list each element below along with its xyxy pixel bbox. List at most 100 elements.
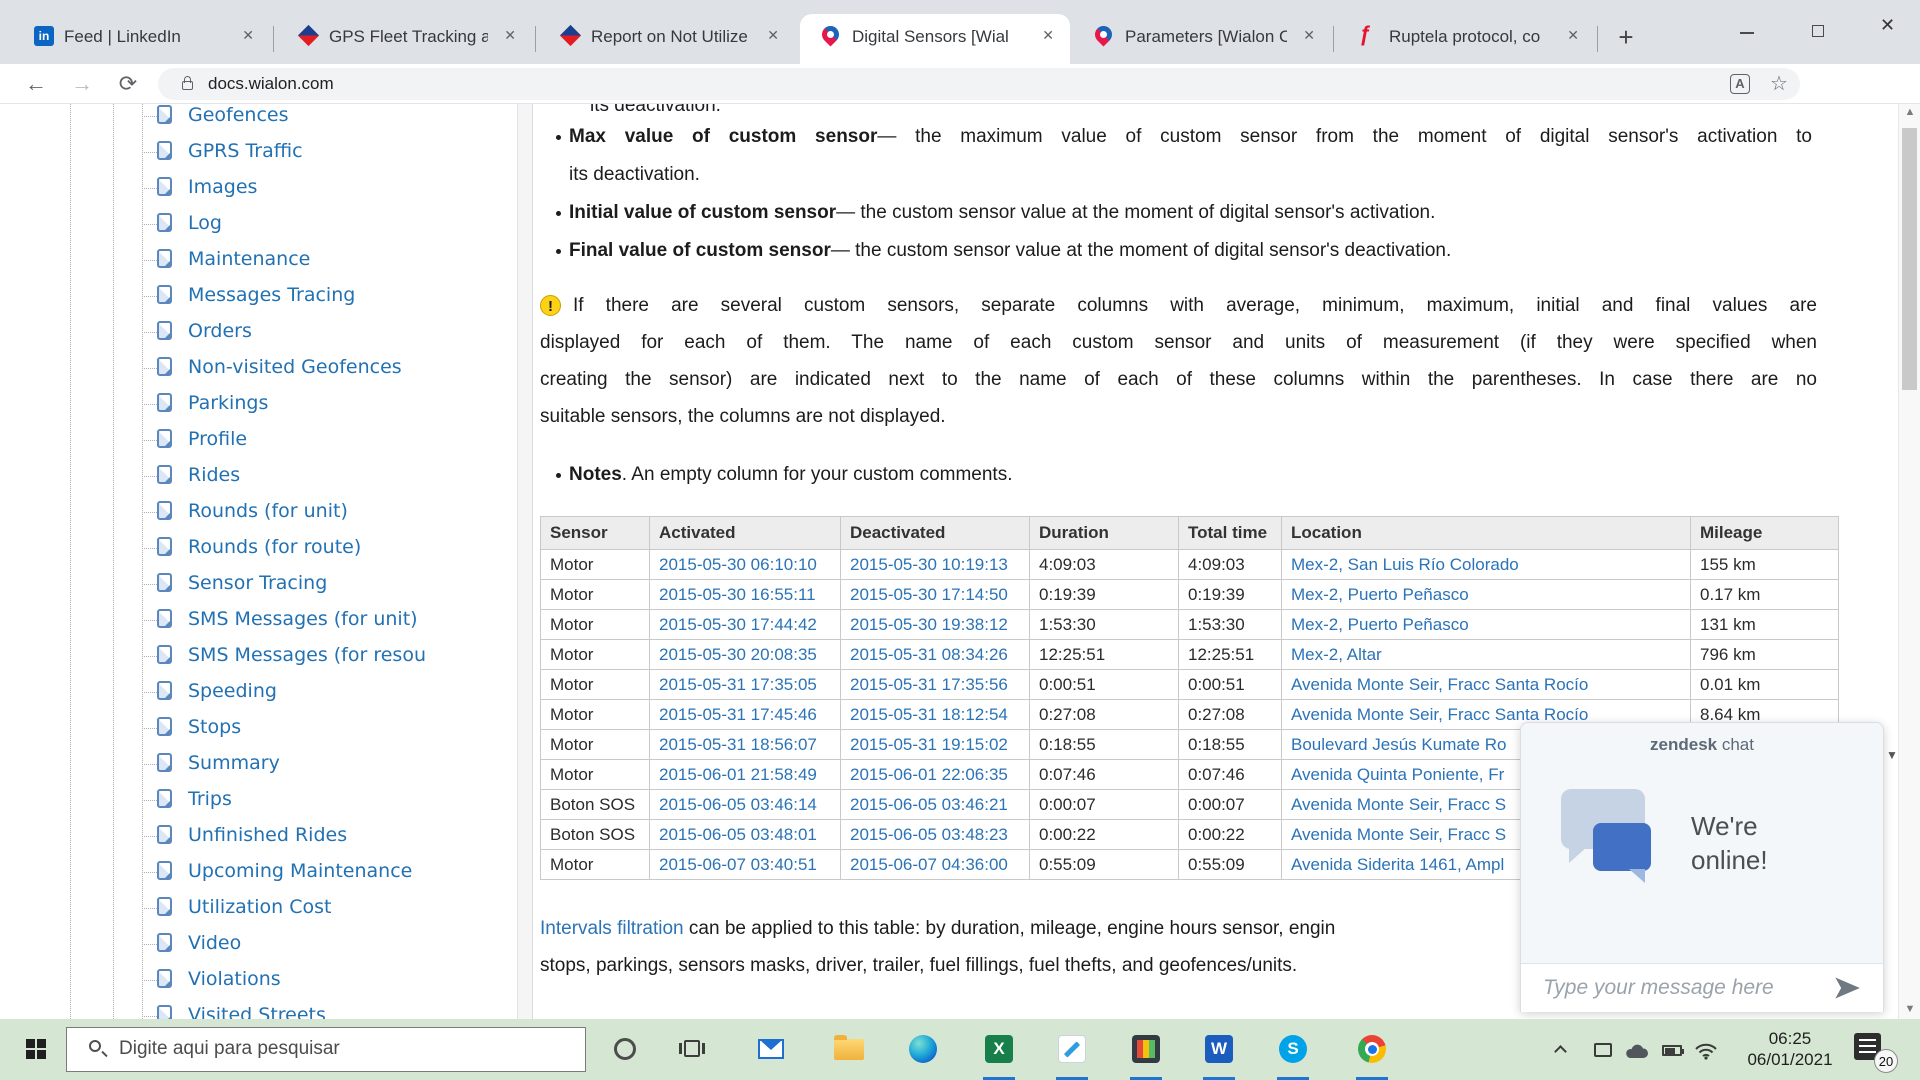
cell-deactivated-link[interactable]: 2015-05-31 17:35:56 — [841, 670, 1030, 700]
sidebar-item-stops[interactable]: Stops — [188, 716, 241, 738]
reload-button-icon[interactable]: ⟳ — [111, 67, 145, 101]
battery-icon[interactable] — [1662, 1045, 1682, 1056]
cell-location-link[interactable]: Mex-2, San Luis Río Colorado — [1282, 550, 1691, 580]
sidebar-item-summary[interactable]: Summary — [188, 752, 280, 774]
sidebar-item-maintenance[interactable]: Maintenance — [188, 248, 310, 270]
cell-activated-link[interactable]: 2015-06-05 03:46:14 — [650, 790, 841, 820]
tab-close-icon[interactable]: ✕ — [242, 27, 254, 44]
cell-location-link[interactable]: Mex-2, Puerto Peñasco — [1282, 580, 1691, 610]
sidebar-item-speeding[interactable]: Speeding — [188, 680, 277, 702]
chat-message-input[interactable]: Type your message here — [1521, 963, 1883, 1012]
tab-ruptela-protocol[interactable]: ƒ Ruptela protocol, co ✕ — [1337, 14, 1595, 64]
skype-app-icon[interactable]: S — [1279, 1035, 1307, 1063]
word-app-icon[interactable]: W — [1205, 1035, 1233, 1063]
cell-deactivated-link[interactable]: 2015-05-30 10:19:13 — [841, 550, 1030, 580]
edge-browser-icon[interactable] — [909, 1035, 937, 1063]
cell-activated-link[interactable]: 2015-05-30 17:44:42 — [650, 610, 841, 640]
tab-gps-fleet-tracking[interactable]: GPS Fleet Tracking ar ✕ — [277, 14, 532, 64]
cell-activated-link[interactable]: 2015-05-30 16:55:11 — [650, 580, 841, 610]
translate-icon[interactable]: A — [1730, 74, 1750, 94]
new-tab-button[interactable]: + — [1608, 20, 1644, 56]
tab-close-icon[interactable]: ✕ — [1042, 27, 1054, 44]
sidebar-item-trips[interactable]: Trips — [188, 788, 232, 810]
tray-expand-icon[interactable] — [1554, 1045, 1567, 1058]
chrome-app-icon[interactable] — [1358, 1035, 1386, 1063]
cell-deactivated-link[interactable]: 2015-06-05 03:48:23 — [841, 820, 1030, 850]
sidebar-item-gprs-traffic[interactable]: GPRS Traffic — [188, 140, 303, 162]
cell-deactivated-link[interactable]: 2015-05-31 18:12:54 — [841, 700, 1030, 730]
cell-deactivated-link[interactable]: 2015-06-05 03:46:21 — [841, 790, 1030, 820]
window-minimize-button[interactable] — [1740, 32, 1754, 34]
excel-app-icon[interactable]: X — [985, 1035, 1013, 1063]
sidebar-item-sensor-tracing[interactable]: Sensor Tracing — [188, 572, 327, 594]
sidebar-item-sms-messages-resource[interactable]: SMS Messages (for resou — [188, 644, 426, 666]
send-icon[interactable] — [1833, 974, 1861, 1002]
cell-location-link[interactable]: Mex-2, Puerto Peñasco — [1282, 610, 1691, 640]
cell-deactivated-link[interactable]: 2015-05-31 19:15:02 — [841, 730, 1030, 760]
bookmark-star-icon[interactable]: ☆ — [1770, 71, 1788, 96]
cell-activated-link[interactable]: 2015-05-31 17:35:05 — [650, 670, 841, 700]
scrollbar-thumb[interactable] — [1902, 128, 1917, 390]
padlock-icon[interactable] — [182, 81, 193, 90]
sidebar-item-sms-messages-unit[interactable]: SMS Messages (for unit) — [188, 608, 418, 630]
window-maximize-button[interactable] — [1812, 25, 1824, 37]
cell-activated-link[interactable]: 2015-05-30 20:08:35 — [650, 640, 841, 670]
taskbar-search-input[interactable]: Digite aqui para pesquisar — [66, 1027, 586, 1072]
sidebar-scrollbar[interactable] — [517, 104, 533, 1019]
cell-activated-link[interactable]: 2015-05-31 18:56:07 — [650, 730, 841, 760]
cell-activated-link[interactable]: 2015-05-30 06:10:10 — [650, 550, 841, 580]
tab-close-icon[interactable]: ✕ — [767, 27, 779, 44]
cell-deactivated-link[interactable]: 2015-06-07 04:36:00 — [841, 850, 1030, 880]
start-button-icon[interactable] — [26, 1039, 46, 1059]
tab-close-icon[interactable]: ✕ — [504, 27, 516, 44]
sidebar-item-non-visited-geofences[interactable]: Non-visited Geofences — [188, 356, 402, 378]
tab-report-not-utilized[interactable]: Report on Not Utilize ✕ — [539, 14, 795, 64]
task-view-icon[interactable] — [684, 1040, 700, 1057]
pencil-app-icon[interactable] — [1058, 1035, 1086, 1063]
sidebar-item-violations[interactable]: Violations — [188, 968, 281, 990]
sidebar-item-rounds-for-unit[interactable]: Rounds (for unit) — [188, 500, 348, 522]
cell-deactivated-link[interactable]: 2015-06-01 22:06:35 — [841, 760, 1030, 790]
sidebar-item-utilization-cost[interactable]: Utilization Cost — [188, 896, 331, 918]
sidebar-item-upcoming-maintenance[interactable]: Upcoming Maintenance — [188, 860, 412, 882]
cell-location-link[interactable]: Avenida Monte Seir, Fracc Santa Rocío — [1282, 670, 1691, 700]
taskbar-clock[interactable]: 06:25 06/01/2021 — [1740, 1028, 1840, 1070]
sidebar-item-profile[interactable]: Profile — [188, 428, 247, 450]
onedrive-cloud-icon[interactable] — [1624, 1042, 1650, 1060]
cell-location-link[interactable]: Mex-2, Altar — [1282, 640, 1691, 670]
tab-parameters[interactable]: Parameters [Wialon C ✕ — [1073, 14, 1331, 64]
media-app-icon[interactable] — [1132, 1035, 1160, 1063]
sidebar-item-parkings[interactable]: Parkings — [188, 392, 268, 414]
window-close-button[interactable]: ✕ — [1880, 15, 1895, 36]
mail-app-icon[interactable] — [758, 1035, 786, 1063]
sidebar-item-geofences[interactable]: Geofences — [188, 104, 289, 126]
cell-deactivated-link[interactable]: 2015-05-30 19:38:12 — [841, 610, 1030, 640]
cell-activated-link[interactable]: 2015-05-31 17:45:46 — [650, 700, 841, 730]
chat-collapse-icon[interactable]: ▼ — [1886, 748, 1898, 762]
intervals-filtration-link[interactable]: Intervals filtration — [540, 918, 684, 939]
tab-close-icon[interactable]: ✕ — [1303, 27, 1315, 44]
cell-activated-link[interactable]: 2015-06-05 03:48:01 — [650, 820, 841, 850]
sidebar-item-video[interactable]: Video — [188, 932, 241, 954]
file-explorer-icon[interactable] — [834, 1035, 862, 1063]
tab-feed-linkedin[interactable]: in Feed | LinkedIn ✕ — [12, 14, 270, 64]
cell-activated-link[interactable]: 2015-06-01 21:58:49 — [650, 760, 841, 790]
cortana-icon[interactable] — [614, 1038, 636, 1060]
sidebar-item-messages-tracing[interactable]: Messages Tracing — [188, 284, 355, 306]
cast-device-icon[interactable] — [1594, 1043, 1612, 1057]
page-scrollbar[interactable]: ▲ ▼ — [1898, 104, 1920, 1019]
back-button-icon[interactable]: ← — [19, 67, 53, 101]
cell-activated-link[interactable]: 2015-06-07 03:40:51 — [650, 850, 841, 880]
sidebar-item-rounds-for-route[interactable]: Rounds (for route) — [188, 536, 361, 558]
sidebar-item-unfinished-rides[interactable]: Unfinished Rides — [188, 824, 347, 846]
cell-deactivated-link[interactable]: 2015-05-31 08:34:26 — [841, 640, 1030, 670]
wifi-icon[interactable] — [1694, 1042, 1718, 1060]
sidebar-item-images[interactable]: Images — [188, 176, 257, 198]
sidebar-item-rides[interactable]: Rides — [188, 464, 240, 486]
sidebar-item-orders[interactable]: Orders — [188, 320, 252, 342]
scrollbar-up-icon[interactable]: ▲ — [1899, 106, 1920, 118]
tab-digital-sensors-active[interactable]: Digital Sensors [Wial ✕ — [800, 14, 1070, 64]
tab-close-icon[interactable]: ✕ — [1567, 27, 1579, 44]
sidebar-item-log[interactable]: Log — [188, 212, 222, 234]
address-bar[interactable]: docs.wialon.com A ☆ — [158, 68, 1800, 100]
